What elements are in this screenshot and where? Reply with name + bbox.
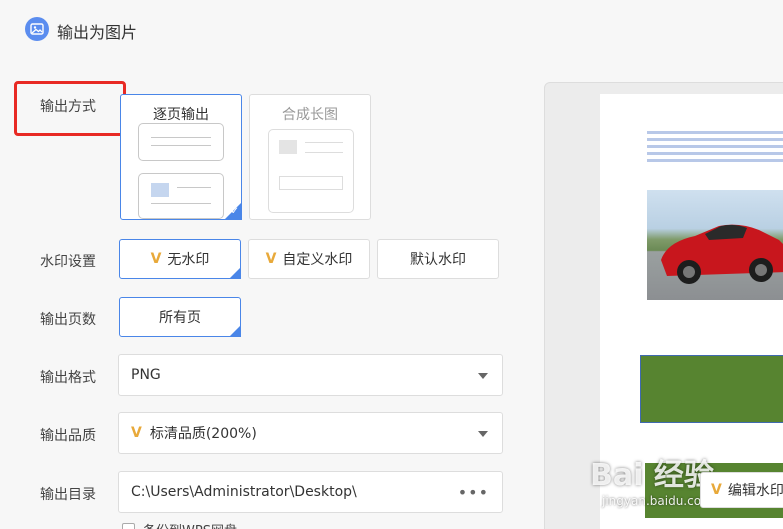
edit-watermark-button[interactable]: V 编辑水印 <box>700 472 783 508</box>
pages-all-button[interactable]: 所有页 <box>119 297 241 337</box>
vip-icon: V <box>131 425 142 441</box>
dialog-title: 输出为图片 <box>57 23 138 42</box>
site-watermark-url: jingyan.baidu.com <box>602 494 713 508</box>
page-thumb-icon <box>138 123 224 161</box>
format-label: 输出格式 <box>40 370 96 386</box>
vip-icon: V <box>265 251 277 267</box>
pages-label: 输出页数 <box>40 312 96 328</box>
vip-icon: V <box>711 482 722 498</box>
long-image-thumb-icon <box>268 129 354 213</box>
selected-check-icon <box>229 267 241 279</box>
quality-select[interactable]: V 标清品质(200%) <box>118 412 503 454</box>
highlight-box <box>14 81 126 136</box>
mode-page-by-page-label: 逐页输出 <box>153 107 209 123</box>
watermark-custom-button[interactable]: V 自定义水印 <box>248 239 370 279</box>
watermark-none-button[interactable]: V 无水印 <box>119 239 241 279</box>
mode-page-by-page-card[interactable]: 逐页输出 ✓ <box>120 94 242 220</box>
watermark-default-button[interactable]: 默认水印 <box>377 239 499 279</box>
chevron-down-icon <box>478 431 488 437</box>
image-icon <box>25 17 49 41</box>
watermark-label: 水印设置 <box>40 254 96 270</box>
quality-label: 输出品质 <box>40 428 96 444</box>
directory-label: 输出目录 <box>40 487 96 503</box>
backup-wps-cloud[interactable]: 备份到WPS网盘 <box>122 520 237 529</box>
preview-car-image <box>647 190 783 300</box>
vip-icon: V <box>150 251 162 267</box>
browse-more-icon[interactable]: ••• <box>458 483 489 502</box>
backup-checkbox[interactable] <box>122 523 135 529</box>
export-to-image-dialog: 输出为图片 输出方式 水印设置 输出页数 输出格式 输出品质 输出目录 逐页输出… <box>0 0 783 529</box>
directory-field[interactable]: C:\Users\Administrator\Desktop\ ••• <box>118 471 503 513</box>
preview-green-block <box>640 355 783 423</box>
format-select[interactable]: PNG <box>118 354 503 396</box>
site-watermark: Bai 经验 <box>590 458 714 493</box>
mode-long-image-label: 合成长图 <box>282 107 338 123</box>
page-thumb-icon <box>138 173 224 219</box>
selected-check-icon <box>229 325 241 337</box>
mode-long-image-card[interactable]: 合成长图 <box>249 94 371 220</box>
chevron-down-icon <box>478 373 488 379</box>
